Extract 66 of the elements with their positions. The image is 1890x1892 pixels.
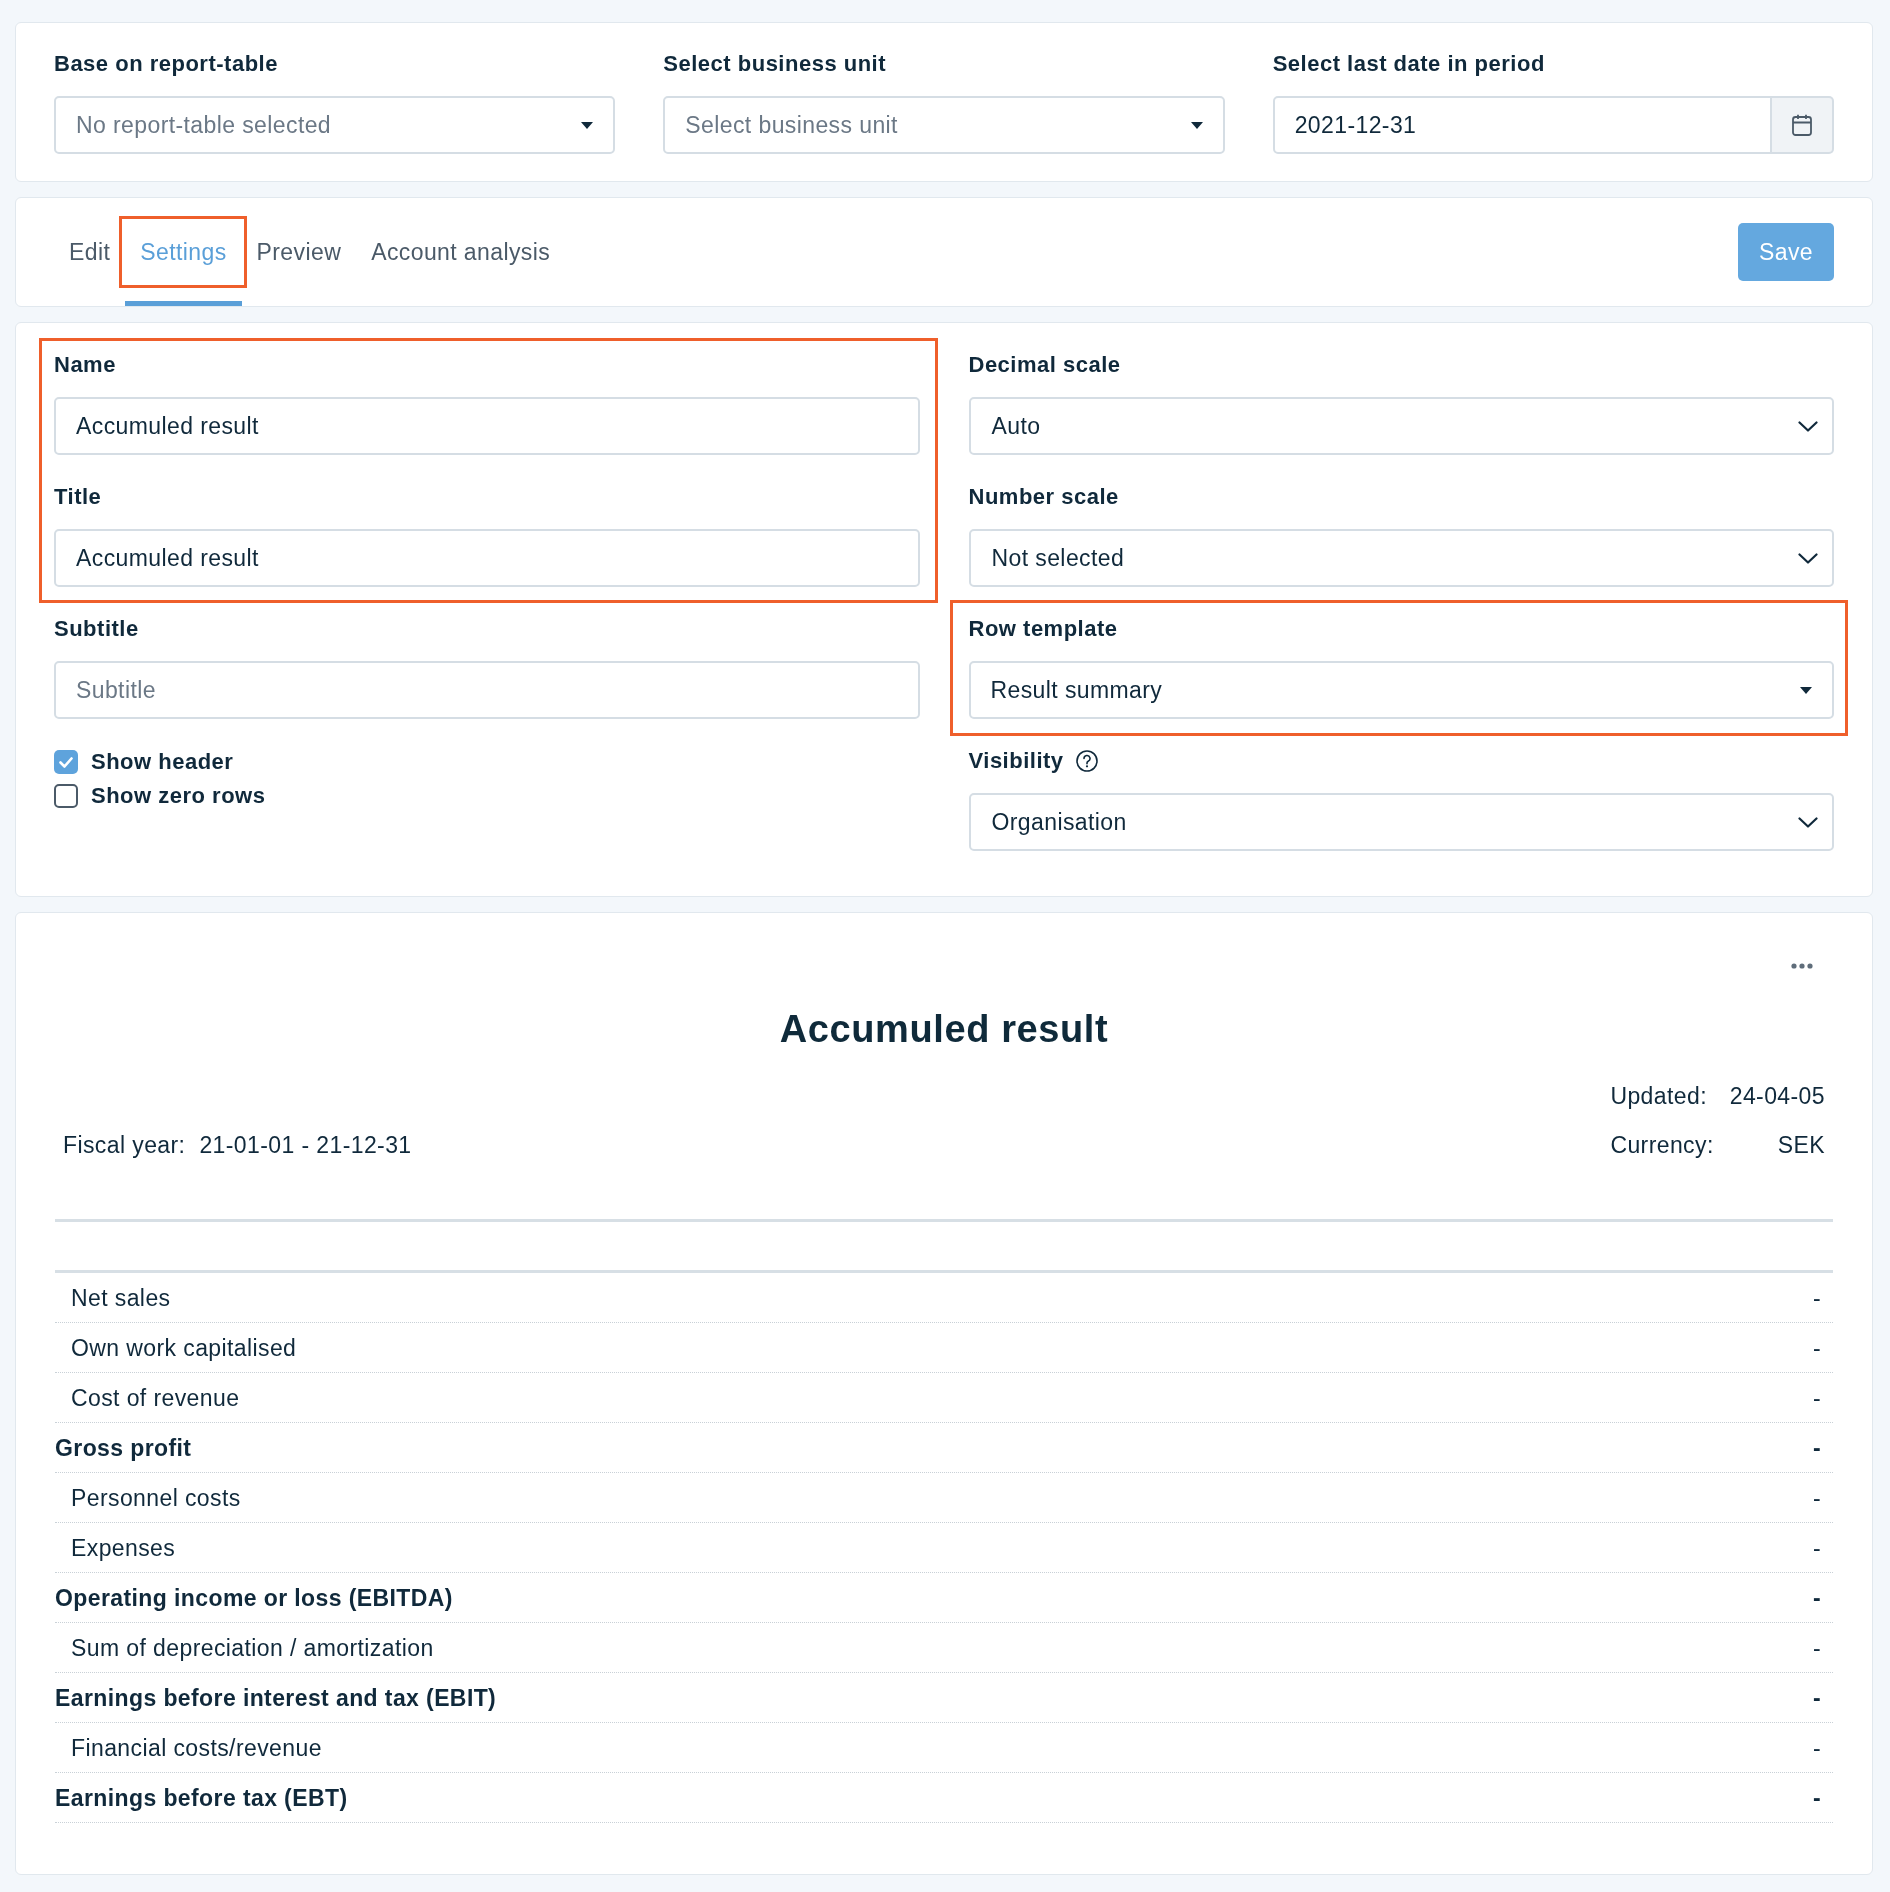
meta-value: 24-04-05 — [1729, 1082, 1825, 1110]
field-label: Base on report-table — [54, 50, 278, 78]
dropdown-field[interactable]: Select business unit — [663, 96, 1225, 154]
row-value: - — [1812, 1333, 1821, 1362]
meta-label: Updated: — [1610, 1082, 1708, 1110]
row-value: - — [1812, 1633, 1821, 1662]
row-label: Sum of depreciation / amortization — [71, 1633, 434, 1662]
row-value: - — [1812, 1383, 1821, 1412]
total-value: - — [1812, 1583, 1821, 1612]
row-label: Cost of revenue — [71, 1383, 240, 1412]
row-value: - — [1812, 1283, 1821, 1312]
field-label: Visibility — [968, 747, 1064, 775]
chevron-down-icon[interactable] — [1798, 816, 1818, 828]
row-label: Personnel costs — [71, 1483, 241, 1512]
more-icon[interactable] — [1791, 963, 1813, 969]
dropdown-field[interactable]: No report-table selected — [54, 96, 616, 154]
select-field[interactable]: Not selected — [968, 529, 1834, 587]
field-label: Subtitle — [54, 615, 139, 643]
total-label: Gross profit — [55, 1433, 192, 1462]
total-value: - — [1812, 1783, 1821, 1812]
date-field[interactable]: 2021-12-31 — [1272, 96, 1772, 154]
row-label: Net sales — [71, 1283, 171, 1312]
text-field[interactable]: Subtitle — [54, 661, 920, 719]
total-value: - — [1812, 1683, 1821, 1712]
checkbox-label[interactable]: Show header — [91, 748, 234, 776]
select-field[interactable]: Organisation — [968, 793, 1834, 851]
calendar-button[interactable] — [1772, 96, 1834, 154]
row-label: Own work capitalised — [71, 1333, 297, 1362]
select-field[interactable]: Auto — [968, 397, 1834, 455]
field-label: Select last date in period — [1272, 50, 1545, 78]
text-field[interactable]: Accumuled result — [54, 397, 920, 455]
row-value: - — [1812, 1533, 1821, 1562]
meta-label: Fiscal year: — [63, 1131, 186, 1159]
caret-icon[interactable] — [581, 121, 594, 129]
checkbox[interactable] — [54, 784, 78, 808]
field-label: Decimal scale — [968, 351, 1121, 379]
field-label: Name — [54, 351, 116, 379]
tab[interactable]: Edit — [54, 198, 126, 306]
caret-icon[interactable] — [1190, 121, 1203, 129]
meta-label: Currency: — [1610, 1131, 1714, 1159]
row-label: Financial costs/revenue — [71, 1733, 322, 1762]
tab[interactable]: Account analysis — [356, 198, 566, 306]
help-icon[interactable] — [1075, 750, 1098, 772]
meta-value: SEK — [1776, 1131, 1825, 1159]
checkbox[interactable] — [54, 750, 78, 774]
chevron-down-icon[interactable] — [1798, 552, 1818, 564]
caret-icon[interactable] — [1800, 686, 1812, 694]
text-field[interactable]: Accumuled result — [54, 529, 920, 587]
total-label: Operating income or loss (EBITDA) — [55, 1583, 453, 1612]
field-label: Title — [54, 483, 102, 511]
row-value: - — [1812, 1733, 1821, 1762]
dropdown-field[interactable]: Result summary — [968, 661, 1834, 719]
field-label: Select business unit — [663, 50, 887, 78]
report-title: Accumuled result — [778, 1007, 1110, 1052]
calendar-icon — [1792, 114, 1812, 136]
total-value: - — [1812, 1433, 1821, 1462]
total-label: Earnings before tax (EBT) — [55, 1783, 348, 1812]
meta-value: 21-01-01 - 21-12-31 — [199, 1131, 412, 1159]
field-label: Number scale — [968, 483, 1119, 511]
row-label: Expenses — [71, 1533, 176, 1562]
row-value: - — [1812, 1483, 1821, 1512]
total-label: Earnings before interest and tax (EBIT) — [55, 1683, 497, 1712]
tab[interactable]: Preview — [241, 198, 357, 306]
field-label: Row template — [968, 615, 1118, 643]
checkbox-label[interactable]: Show zero rows — [91, 782, 266, 810]
chevron-down-icon[interactable] — [1798, 420, 1818, 432]
